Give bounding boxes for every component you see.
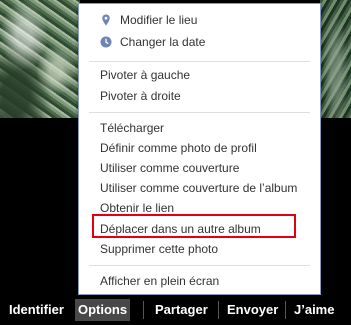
toolbar-divider (285, 301, 286, 319)
clock-icon (100, 36, 112, 48)
like-button[interactable]: J’aime (294, 299, 334, 321)
menu-item-rotate-left[interactable]: Pivoter à gauche (79, 65, 320, 85)
toolbar-divider (143, 301, 144, 319)
photo-preview (0, 0, 80, 118)
menu-item-delete-photo[interactable]: Supprimer cette photo (79, 239, 320, 259)
toolbar-divider (218, 301, 219, 319)
menu-item-label: Modifier le lieu (120, 13, 198, 27)
menu-item-change-date[interactable]: Changer la date (79, 32, 320, 52)
highlight-box (92, 214, 296, 238)
menu-item-label: Télécharger (100, 121, 165, 135)
share-button[interactable]: Partager (155, 299, 208, 321)
menu-item-label: Définir comme photo de profil (100, 141, 257, 155)
location-pin-icon (102, 14, 110, 26)
send-button[interactable]: Envoyer (227, 299, 278, 321)
menu-item-label: Changer la date (120, 35, 206, 49)
menu-item-label: Supprimer cette photo (100, 242, 219, 256)
menu-item-label: Pivoter à droite (100, 89, 181, 103)
identify-button[interactable]: Identifier (9, 299, 64, 321)
menu-separator (89, 112, 310, 113)
menu-item-label: Utiliser comme couverture (100, 161, 240, 175)
menu-item-edit-location[interactable]: Modifier le lieu (79, 10, 320, 30)
menu-item-use-as-album-cover[interactable]: Utiliser comme couverture de l’album (79, 178, 320, 198)
photo-action-bar: Identifier Options Partager Envoyer J’ai… (0, 295, 351, 325)
menu-separator (89, 265, 310, 266)
menu-separator (89, 61, 310, 62)
menu-item-label: Pivoter à gauche (100, 68, 191, 82)
menu-item-label: Afficher en plein écran (100, 274, 220, 288)
menu-item-use-as-cover[interactable]: Utiliser comme couverture (79, 158, 320, 178)
menu-item-download[interactable]: Télécharger (79, 118, 320, 138)
options-dropdown-menu: Modifier le lieu Changer la date Pivoter… (78, 3, 321, 295)
menu-item-set-profile-photo[interactable]: Définir comme photo de profil (79, 138, 320, 158)
menu-item-rotate-right[interactable]: Pivoter à droite (79, 86, 320, 106)
photo-preview-edge (320, 0, 351, 118)
menu-item-fullscreen[interactable]: Afficher en plein écran (79, 271, 320, 291)
menu-item-label: Obtenir le lien (100, 201, 175, 215)
menu-item-label: Utiliser comme couverture de l’album (100, 181, 298, 195)
options-button[interactable]: Options (75, 299, 131, 321)
